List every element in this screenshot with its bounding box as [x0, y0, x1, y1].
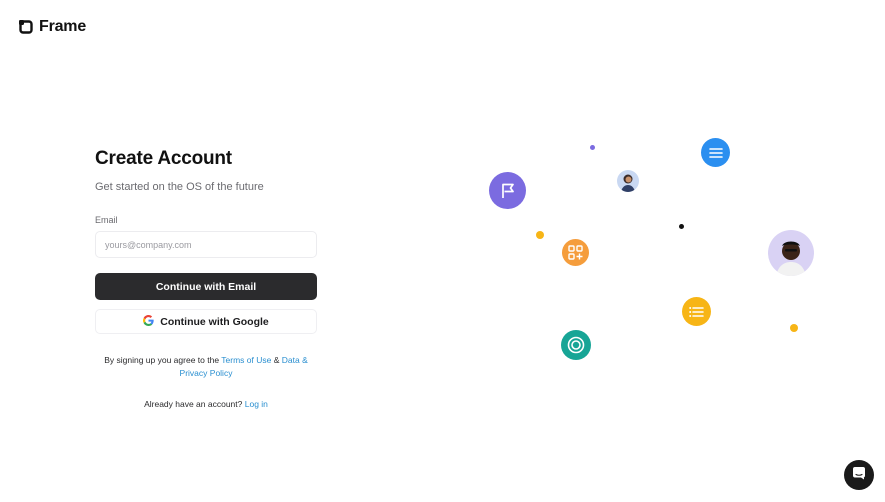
login-prompt: Already have an account? Log in — [95, 399, 317, 409]
continue-with-google-button[interactable]: Continue with Google — [95, 309, 317, 334]
page-subtitle: Get started on the OS of the future — [95, 181, 264, 193]
dot-purple — [590, 145, 595, 150]
dot-yellow-left — [536, 231, 544, 239]
continue-with-google-label: Continue with Google — [160, 315, 269, 328]
page-title: Create Account — [95, 148, 232, 169]
frame-logo-icon — [19, 20, 33, 34]
apps-add-icon — [562, 239, 589, 266]
flag-icon — [489, 172, 526, 209]
email-field[interactable] — [95, 231, 317, 258]
create-account-form: Create Account Get started on the OS of … — [95, 147, 317, 409]
menu-icon — [701, 138, 730, 167]
terms-prefix: By signing up you agree to the — [104, 355, 220, 365]
dot-yellow-right — [790, 324, 798, 332]
chat-icon — [852, 466, 866, 485]
terms-of-use-link[interactable]: Terms of Use — [221, 355, 271, 365]
list-icon — [682, 297, 711, 326]
login-link[interactable]: Log in — [245, 399, 268, 409]
continue-with-email-button[interactable]: Continue with Email — [95, 273, 317, 300]
target-icon — [561, 330, 591, 360]
terms-notice: By signing up you agree to the Terms of … — [95, 354, 317, 379]
brand-logo[interactable]: Frame — [19, 18, 86, 36]
login-prompt-text: Already have an account? — [144, 399, 243, 409]
brand-name: Frame — [39, 18, 87, 35]
terms-and: & — [273, 355, 280, 365]
avatar-woman — [617, 170, 639, 192]
google-icon — [143, 314, 154, 329]
support-chat-button[interactable] — [844, 460, 874, 490]
avatar-man — [768, 230, 814, 276]
dot-black — [679, 224, 684, 229]
email-label: Email — [95, 215, 118, 225]
